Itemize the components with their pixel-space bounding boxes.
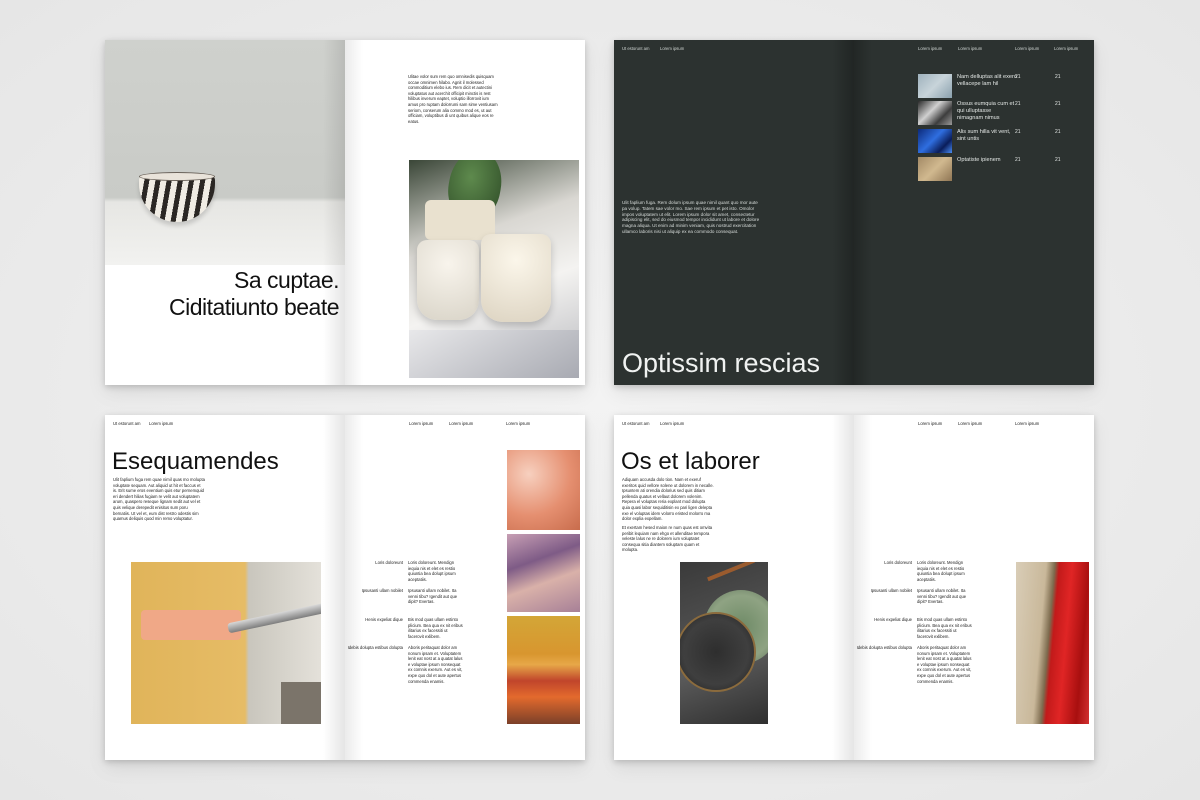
table-text: Loris doloreunt. Mendign iequia nis et e… <box>917 560 965 582</box>
page-title: Os et laborer <box>621 448 760 475</box>
col-header-4: Lorem ipsum <box>1054 46 1079 51</box>
row-value-1: 21 <box>1015 129 1021 135</box>
table-text: Aboris peritaquat dolor am nonum ipsam e… <box>917 645 972 684</box>
spread-os-et-laborer: Ut estorunt am Lorem ipsum Os et laborer… <box>614 415 1094 760</box>
row-value-2: 21 <box>1055 74 1061 80</box>
table-text: Loris doloreunt. Mendign iequia nis et e… <box>408 560 456 582</box>
table-label: Idebis dolupta estibus dolupta <box>347 645 403 650</box>
row-name: Optatiste ipienem <box>957 157 1001 163</box>
bowl-rim <box>139 172 215 181</box>
table-label: Idebis dolupta estibus dolupta <box>856 645 912 650</box>
heading-line-1: Sa cuptae. <box>234 267 339 293</box>
page-right: Lorem ipsum Lorem ipsum Lorem ipsum Lori… <box>854 415 1094 760</box>
header-left: Ut estorunt am <box>622 421 650 426</box>
row-value-2: 21 <box>1055 157 1061 163</box>
table-label: Loris doloreunt <box>375 560 403 565</box>
plate-black <box>680 612 756 692</box>
pot <box>425 200 495 240</box>
brush <box>227 600 321 634</box>
swatch-row: Alis sum hilla vit vent, sint untis 21 2… <box>918 129 1094 155</box>
wood-thumb <box>918 157 952 181</box>
table-text: Aboris peritaquat dolor am nonum ipsam e… <box>408 645 463 684</box>
row-value-2: 21 <box>1055 129 1061 135</box>
candle-photo <box>409 160 579 378</box>
shadow <box>409 330 579 378</box>
spread-bowl: Ulitae volor sum rem quo omnisedis quisq… <box>105 40 585 385</box>
row-name: Alis sum hilla vit vent, sint untis <box>957 129 1011 142</box>
header-left: Ut estorunt am <box>622 46 650 51</box>
header-right-2: Lorem ipsum <box>958 421 983 426</box>
heading-line-2: Ciditatiunto beate <box>168 294 340 320</box>
header-left: Ut estorunt am <box>113 421 141 426</box>
row-name: Ossus eumquia cum et qui ulluptasse nima… <box>957 101 1015 121</box>
body-text: Ulit faplium fuga. Rem dolum ipsum quae … <box>622 200 760 234</box>
header-mid: Lorem ipsum <box>660 46 685 51</box>
table-text: Ipsusanti ullam nobilet. Ita venni tibu?… <box>917 588 967 605</box>
page-left: Ut estorunt am Lorem ipsum Os et laborer… <box>614 415 854 760</box>
row-name: Nam delluptas alit exero vellacepe lam h… <box>957 74 1018 87</box>
row-value-1: 21 <box>1015 74 1021 80</box>
paint-photo <box>131 562 321 724</box>
swatch-row: Nam delluptas alit exero vellacepe lam h… <box>918 74 1094 100</box>
page-left <box>105 40 345 385</box>
header-right-1: Lorem ipsum <box>918 421 943 426</box>
candle-holder-left <box>417 240 479 320</box>
row-value-2: 21 <box>1055 101 1061 107</box>
col-header-3: Lorem ipsum <box>1015 46 1040 51</box>
bowl-photo <box>105 40 345 265</box>
col-header-2: Lorem ipsum <box>958 46 983 51</box>
spread-dark: Ut estorunt am Lorem ipsum Ulit faplium … <box>614 40 1094 385</box>
row-value-1: 21 <box>1015 157 1021 163</box>
header-right-3: Lorem ipsum <box>1015 421 1040 426</box>
red-texture-photo <box>1016 562 1089 724</box>
paint-stroke <box>141 610 241 640</box>
spread-esequamendes: Ut estorunt am Lorem ipsum Esequamendes … <box>105 415 585 760</box>
shadow-base <box>281 682 321 724</box>
body-text-2: Et exertam hesed maion re num quas est o… <box>622 525 713 553</box>
stone-thumb <box>918 101 952 125</box>
body-text: Ulit faplium fuga rem quae nimil quas mo… <box>113 477 205 522</box>
body-text-1: Adiquam accusda dolo tion. Nam et exeruf… <box>622 477 714 522</box>
col-header-1: Lorem ipsum <box>918 46 943 51</box>
table-label: Henis expeliat dique <box>874 617 912 622</box>
table-text: Bis mod quas ullam estinto plicium. Bea … <box>917 617 972 639</box>
page-left: Ut estorunt am Lorem ipsum Esequamendes … <box>105 415 345 760</box>
page-title: Esequamendes <box>112 448 279 475</box>
header-right-3: Lorem ipsum <box>506 421 531 426</box>
page-right: Lorem ipsum Lorem ipsum Lorem ipsum Lore… <box>854 40 1094 385</box>
candle-holder-right <box>481 234 551 322</box>
body-text: Ulitae volor sum rem quo omnisedis quisq… <box>408 74 498 124</box>
page-right: Lorem ipsum Lorem ipsum Lorem ipsum Lori… <box>345 415 585 760</box>
table-label: Ipsusanti ullam nobilet <box>361 588 403 593</box>
spice-swatch <box>507 616 580 724</box>
header-right-2: Lorem ipsum <box>449 421 474 426</box>
row-value-1: 21 <box>1015 101 1021 107</box>
table-text: Ipsusanti ullam nobilet. Ita venni tibu?… <box>408 588 458 605</box>
swirl-swatch <box>507 534 580 612</box>
salt-swatch <box>507 450 580 530</box>
header-right-1: Lorem ipsum <box>409 421 434 426</box>
blue-thumb <box>918 129 952 153</box>
page-title: Optissim rescias <box>622 348 821 378</box>
table-label: Ipsusanti ullam nobilet <box>870 588 912 593</box>
swatch-row: Ossus eumquia cum et qui ulluptasse nima… <box>918 101 1094 127</box>
swatch-row: Optatiste ipienem 21 21 <box>918 157 1094 183</box>
table-text: Bis mod quas ullam estinto plicium. Bea … <box>408 617 463 639</box>
page-right: Ulitae volor sum rem quo omnisedis quisq… <box>345 40 585 385</box>
marble-thumb <box>918 74 952 98</box>
page-left: Ut estorunt am Lorem ipsum Ulit faplium … <box>614 40 854 385</box>
table-label: Henis expeliat dique <box>365 617 403 622</box>
chopsticks <box>707 562 755 582</box>
table-label: Loris doloreunt <box>884 560 912 565</box>
header-mid: Lorem ipsum <box>149 421 174 426</box>
plates-photo <box>680 562 768 724</box>
heading-block: Sa cuptae. Ciditatiunto beate <box>105 267 340 321</box>
header-mid: Lorem ipsum <box>660 421 685 426</box>
striped-bowl <box>139 176 215 222</box>
